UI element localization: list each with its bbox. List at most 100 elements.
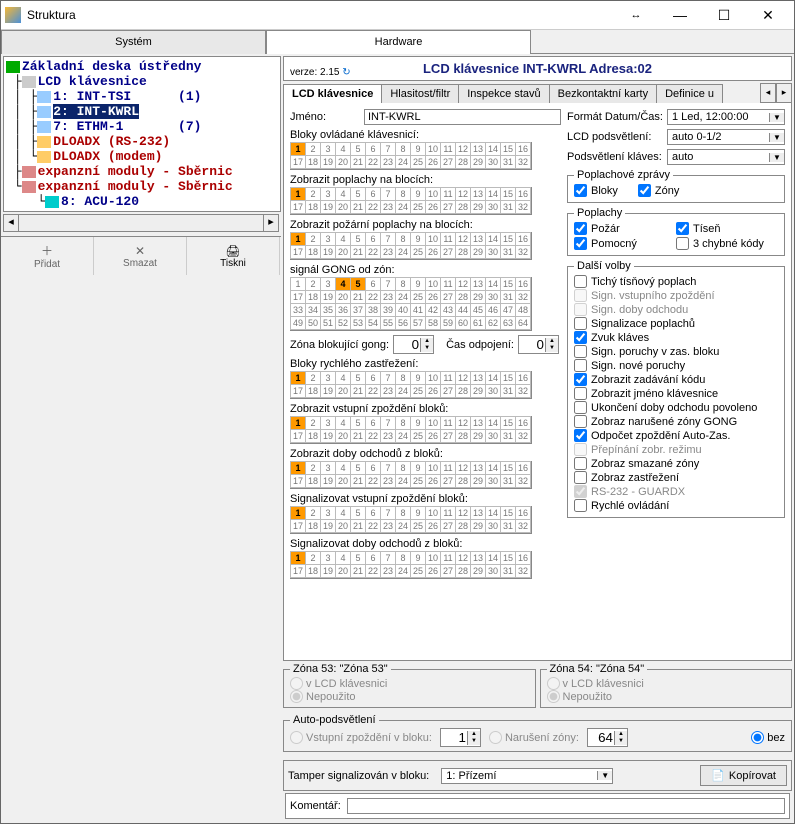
btn-add[interactable]: ＋Přidat <box>1 237 94 275</box>
cell-7[interactable]: 7 <box>380 232 396 246</box>
cell-12[interactable]: 12 <box>455 142 471 156</box>
cell-6[interactable]: 6 <box>365 461 381 475</box>
cell-27[interactable]: 27 <box>440 519 456 533</box>
cell-52[interactable]: 52 <box>335 316 351 330</box>
cell-13[interactable]: 13 <box>470 461 486 475</box>
cell-21[interactable]: 21 <box>350 564 366 578</box>
cell-47[interactable]: 47 <box>500 303 516 317</box>
cell-20[interactable]: 20 <box>335 519 351 533</box>
cell-12[interactable]: 12 <box>455 461 471 475</box>
cell-6[interactable]: 6 <box>365 551 381 565</box>
cell-25[interactable]: 25 <box>410 429 426 443</box>
cell-4[interactable]: 4 <box>335 551 351 565</box>
cell-24[interactable]: 24 <box>395 200 411 214</box>
tree-exp2[interactable]: expanzní moduly - Sběrnic <box>38 179 233 194</box>
tab-hardware[interactable]: Hardware <box>266 30 531 54</box>
btn-delete[interactable]: ✕Smazat <box>94 237 187 275</box>
cell-6[interactable]: 6 <box>365 416 381 430</box>
subtab-lcd[interactable]: LCD klávesnice <box>283 84 382 103</box>
cell-11[interactable]: 11 <box>440 277 456 291</box>
subtab-scroll[interactable]: ◂▸ <box>760 83 792 103</box>
cell-16[interactable]: 16 <box>515 461 531 475</box>
cell-26[interactable]: 26 <box>425 564 441 578</box>
cell-32[interactable]: 32 <box>515 519 531 533</box>
cell-13[interactable]: 13 <box>470 506 486 520</box>
cell-17[interactable]: 17 <box>290 245 306 259</box>
cell-28[interactable]: 28 <box>455 245 471 259</box>
cell-22[interactable]: 22 <box>365 290 381 304</box>
cell-4[interactable]: 4 <box>335 232 351 246</box>
cell-28[interactable]: 28 <box>455 200 471 214</box>
cell-62[interactable]: 62 <box>485 316 501 330</box>
cell-30[interactable]: 30 <box>485 200 501 214</box>
chk-o1[interactable] <box>574 275 587 288</box>
cell-15[interactable]: 15 <box>500 277 516 291</box>
cell-15[interactable]: 15 <box>500 232 516 246</box>
cell-24[interactable]: 24 <box>395 245 411 259</box>
cell-26[interactable]: 26 <box>425 429 441 443</box>
cell-1[interactable]: 1 <box>290 371 306 385</box>
chk-pozar[interactable] <box>574 222 587 235</box>
cell-11[interactable]: 11 <box>440 551 456 565</box>
cell-26[interactable]: 26 <box>425 155 441 169</box>
cell-15[interactable]: 15 <box>500 461 516 475</box>
cell-12[interactable]: 12 <box>455 277 471 291</box>
cell-32[interactable]: 32 <box>515 474 531 488</box>
cell-14[interactable]: 14 <box>485 232 501 246</box>
cell-30[interactable]: 30 <box>485 155 501 169</box>
cell-6[interactable]: 6 <box>365 371 381 385</box>
cell-22[interactable]: 22 <box>365 519 381 533</box>
cell-15[interactable]: 15 <box>500 371 516 385</box>
cell-28[interactable]: 28 <box>455 384 471 398</box>
cell-22[interactable]: 22 <box>365 200 381 214</box>
cell-11[interactable]: 11 <box>440 232 456 246</box>
cell-31[interactable]: 31 <box>500 155 516 169</box>
cell-21[interactable]: 21 <box>350 474 366 488</box>
cell-21[interactable]: 21 <box>350 384 366 398</box>
cell-14[interactable]: 14 <box>485 277 501 291</box>
cell-18[interactable]: 18 <box>305 429 321 443</box>
cell-13[interactable]: 13 <box>470 187 486 201</box>
cell-42[interactable]: 42 <box>425 303 441 317</box>
cell-31[interactable]: 31 <box>500 200 516 214</box>
cell-2[interactable]: 2 <box>305 551 321 565</box>
cell-4[interactable]: 4 <box>335 416 351 430</box>
cell-22[interactable]: 22 <box>365 474 381 488</box>
cell-3[interactable]: 3 <box>320 416 336 430</box>
cell-18[interactable]: 18 <box>305 384 321 398</box>
chk-zony[interactable] <box>638 184 651 197</box>
cell-19[interactable]: 19 <box>320 429 336 443</box>
cell-10[interactable]: 10 <box>425 277 441 291</box>
subtab-inspect[interactable]: Inspekce stavů <box>458 84 549 103</box>
cell-7[interactable]: 7 <box>380 461 396 475</box>
cell-4[interactable]: 4 <box>335 371 351 385</box>
cell-8[interactable]: 8 <box>395 461 411 475</box>
cell-4[interactable]: 4 <box>335 187 351 201</box>
tree-lcd-group[interactable]: LCD klávesnice <box>38 74 147 89</box>
cell-18[interactable]: 18 <box>305 519 321 533</box>
cell-9[interactable]: 9 <box>410 187 426 201</box>
cell-30[interactable]: 30 <box>485 519 501 533</box>
cell-27[interactable]: 27 <box>440 155 456 169</box>
cell-41[interactable]: 41 <box>410 303 426 317</box>
cell-8[interactable]: 8 <box>395 187 411 201</box>
cell-61[interactable]: 61 <box>470 316 486 330</box>
cell-19[interactable]: 19 <box>320 384 336 398</box>
grid-sigentry[interactable]: 1234567891011121314151617181920212223242… <box>290 506 532 534</box>
name-input[interactable] <box>364 109 561 125</box>
cell-23[interactable]: 23 <box>380 155 396 169</box>
cell-15[interactable]: 15 <box>500 551 516 565</box>
cell-31[interactable]: 31 <box>500 384 516 398</box>
cell-21[interactable]: 21 <box>350 290 366 304</box>
cell-40[interactable]: 40 <box>395 303 411 317</box>
cell-17[interactable]: 17 <box>290 155 306 169</box>
cell-1[interactable]: 1 <box>290 187 306 201</box>
cell-27[interactable]: 27 <box>440 245 456 259</box>
chk-o8[interactable] <box>574 373 587 386</box>
cell-7[interactable]: 7 <box>380 277 396 291</box>
minimize-button[interactable]: — <box>658 1 702 29</box>
cell-13[interactable]: 13 <box>470 551 486 565</box>
cell-27[interactable]: 27 <box>440 564 456 578</box>
cell-3[interactable]: 3 <box>320 142 336 156</box>
cell-11[interactable]: 11 <box>440 371 456 385</box>
